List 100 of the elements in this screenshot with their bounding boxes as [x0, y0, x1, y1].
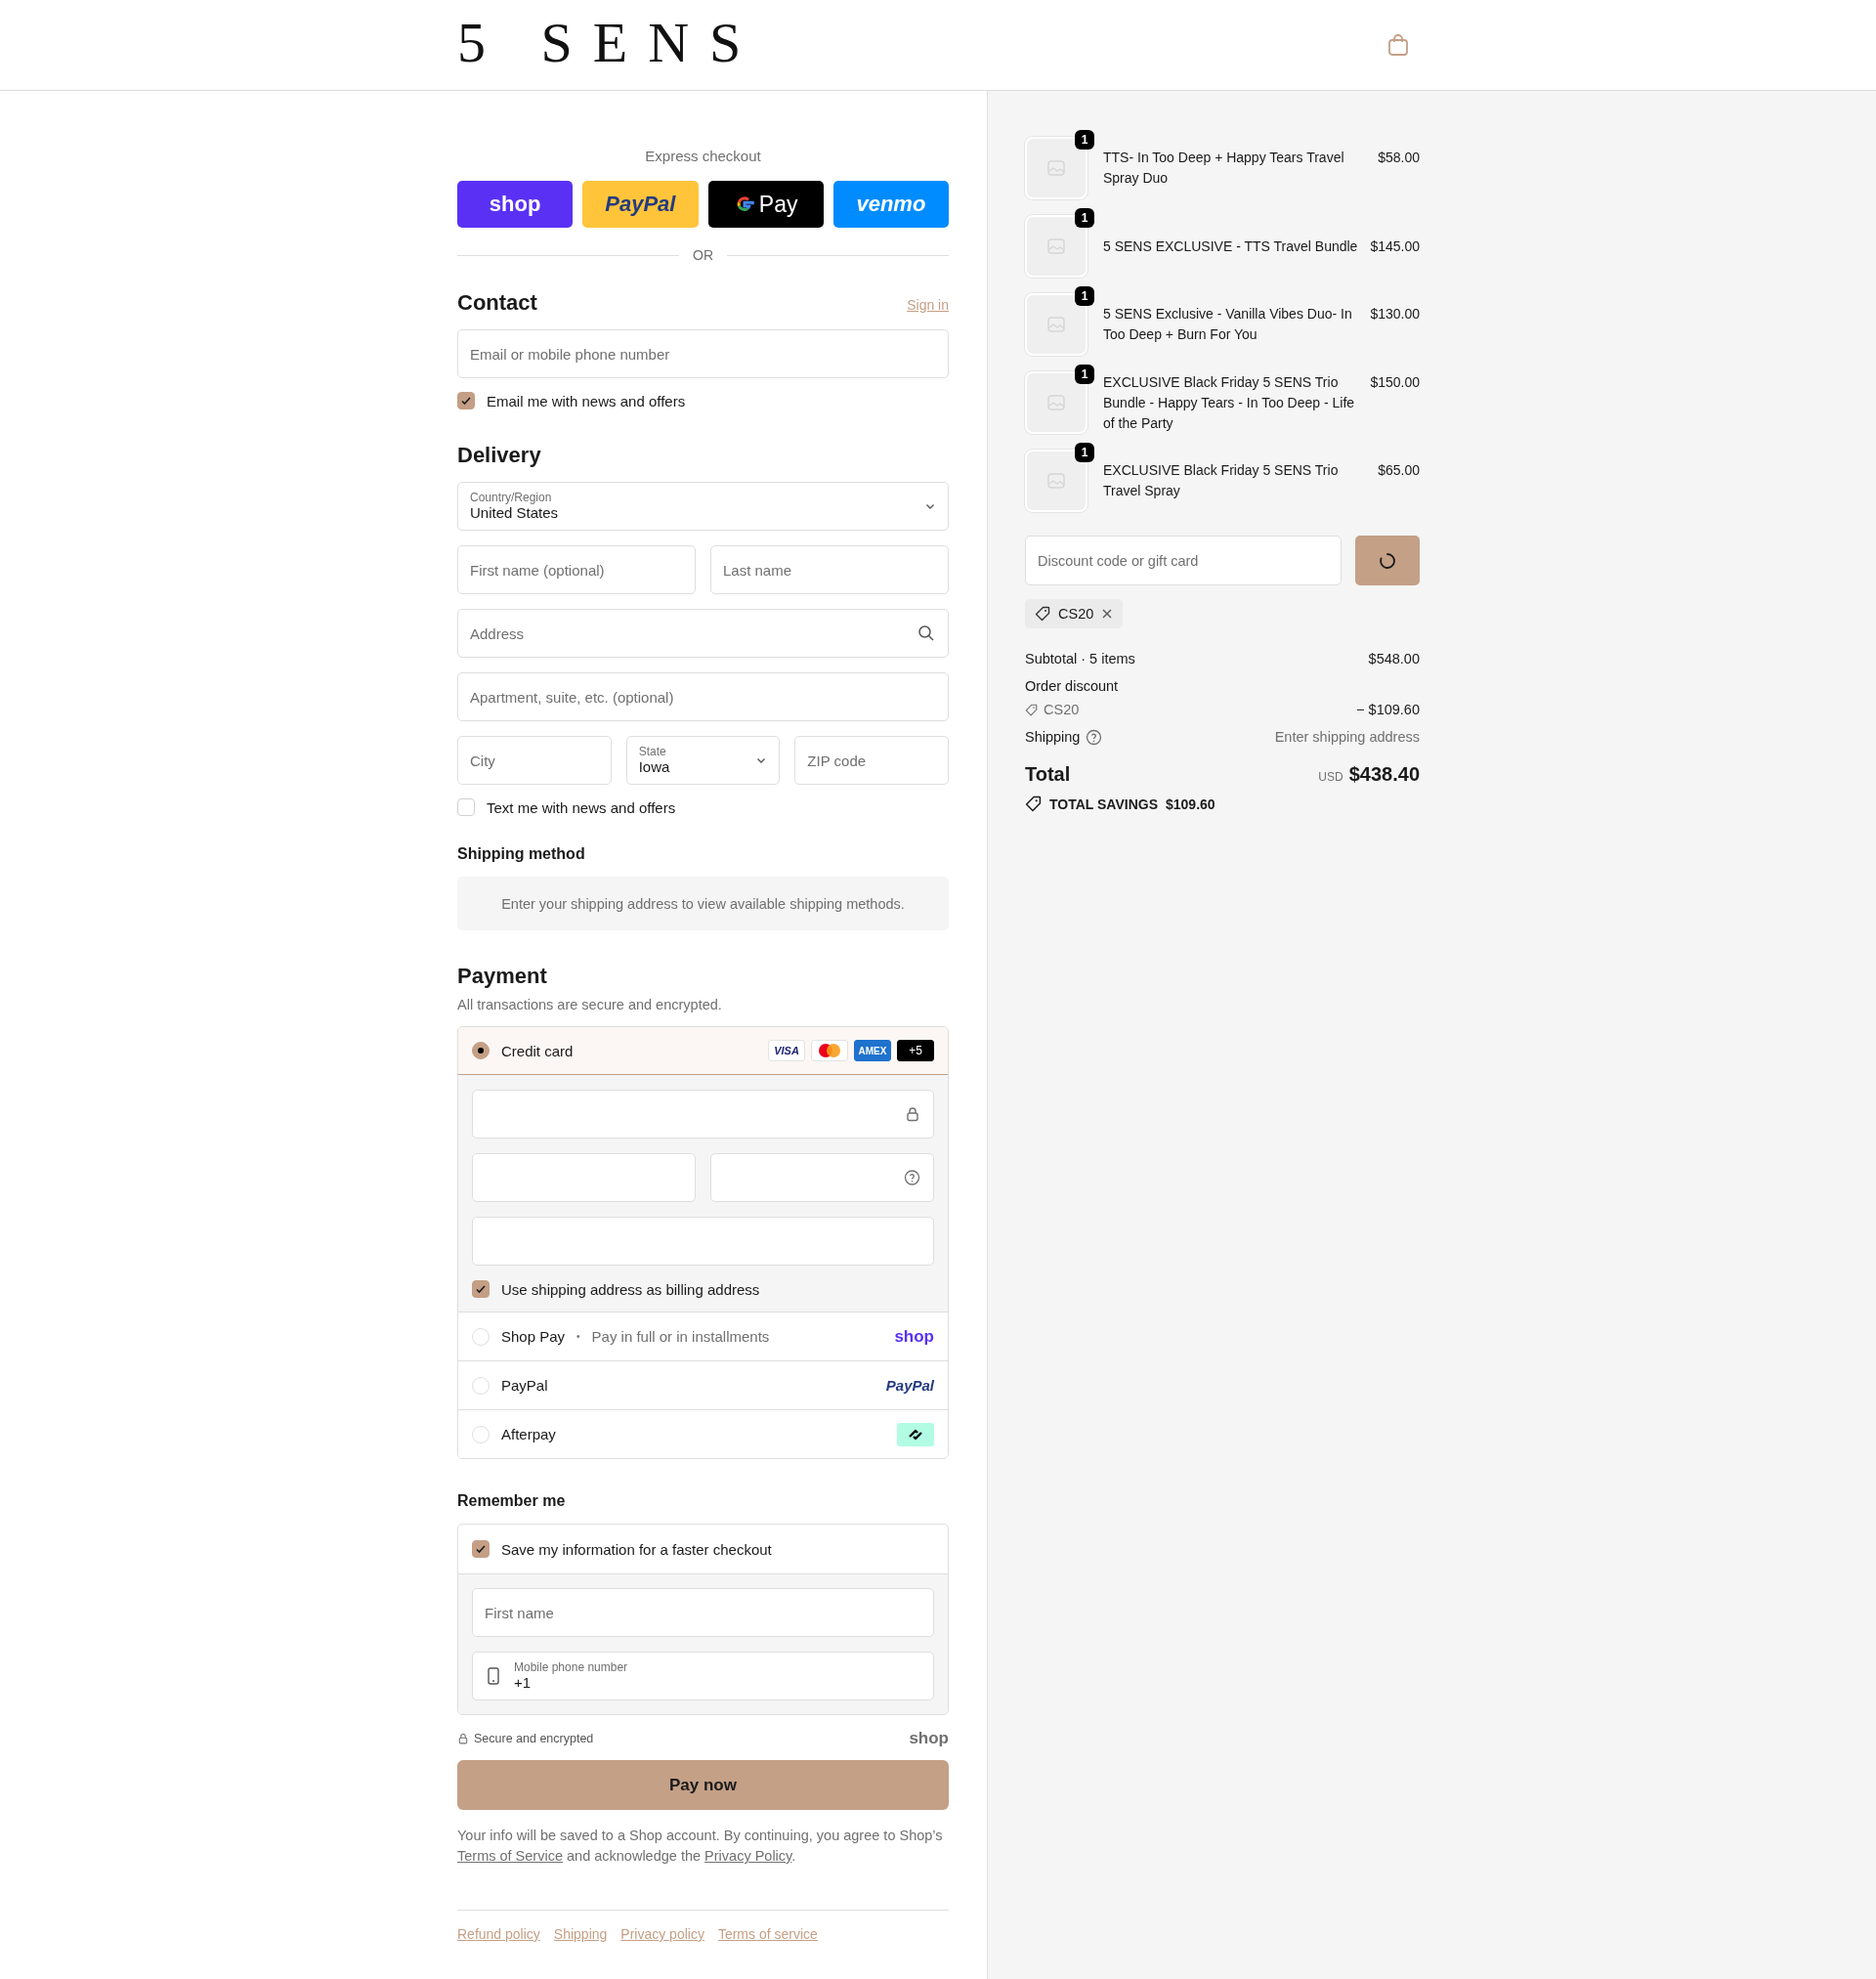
product-name: EXCLUSIVE Black Friday 5 SENS Trio Travel Spray [1103, 461, 1340, 500]
section-title: Remember me [457, 1492, 567, 1510]
summary-value: Enter shipping address [1274, 728, 1420, 746]
secure-note: Secure and encrypted [474, 1732, 594, 1745]
shop-logo: shop [909, 1729, 949, 1748]
phone-number-field[interactable]: Mobile phone number +1 [472, 1652, 934, 1700]
lock-icon [457, 1733, 469, 1744]
address-field[interactable]: Address [457, 609, 949, 658]
card-brand-badge: VISA [768, 1040, 805, 1061]
text-field[interactable]: Apartment, suite, etc. (optional) [457, 672, 949, 721]
paypal-logo: PayPal [885, 1377, 934, 1394]
quantity-badge: 1 [1075, 365, 1094, 384]
checkbox-label: Text me with news and offers [487, 798, 676, 816]
express-pay-button[interactable]: venmo [832, 181, 949, 228]
section-title: Payment [457, 964, 548, 989]
image-placeholder-icon [1047, 238, 1065, 254]
shipping-methods-notice: Enter your shipping address to view available shipping methods. [457, 877, 949, 930]
section-title: Shipping method [457, 845, 586, 863]
store-logo: 5 SENS [457, 15, 762, 71]
product-price: $58.00 [1378, 149, 1420, 167]
discount-code-field[interactable]: Discount code or gift card [1025, 536, 1342, 585]
text-field[interactable]: ZIP code [794, 736, 949, 785]
lock-icon [905, 1106, 920, 1122]
total-amount: $438.40 [1348, 763, 1420, 786]
section-subtitle: All transactions are secure and encrypted. [457, 997, 723, 1012]
payment-method-label: PayPal [501, 1377, 548, 1394]
checkbox-label: Save my information for a faster checkout [501, 1540, 772, 1558]
payment-method-label: Shop Pay [501, 1328, 566, 1345]
phone-icon [487, 1667, 500, 1685]
card-brand-badge: +5 [897, 1040, 934, 1061]
summary-value: − $109.60 [1356, 701, 1420, 718]
remove-discount-button[interactable] [1101, 608, 1114, 620]
checkmark-icon [475, 1283, 487, 1295]
section-title: Contact [457, 290, 537, 316]
loop-arrows-icon [907, 1427, 924, 1441]
savings-label: TOTAL SAVINGS [1049, 796, 1158, 812]
product-price: $145.00 [1370, 237, 1420, 256]
image-placeholder-icon [1047, 160, 1065, 176]
radio-button[interactable] [472, 1042, 490, 1059]
help-icon [1086, 728, 1103, 746]
email-field[interactable]: Email or mobile phone number [457, 329, 949, 378]
product-price: $150.00 [1370, 372, 1420, 392]
text-field[interactable]: City [457, 736, 612, 785]
card-input-field[interactable] [472, 1217, 934, 1266]
shop-pay-logo: shop [894, 1326, 934, 1347]
checkmark-icon [475, 1543, 487, 1555]
savings-amount: $109.60 [1166, 796, 1215, 812]
checkbox[interactable] [457, 392, 475, 409]
discount-code: CS20 [1044, 701, 1080, 718]
express-pay-button[interactable]: shop [457, 181, 574, 228]
disclaimer-text: Your info will be saved to a Shop account. By continuing, you agree to Shop’s Terms of Service and acknowledge the Privacy Policy. [457, 1827, 944, 1866]
separator-dot: • [576, 1331, 580, 1342]
select-field[interactable]: State Iowa [625, 736, 781, 785]
checkbox[interactable] [472, 1540, 490, 1558]
help-icon [904, 1169, 920, 1186]
summary-label: Order discount [1025, 677, 1119, 695]
select-field[interactable]: Country/Region United States [457, 482, 949, 531]
card-input-field[interactable] [472, 1153, 696, 1202]
tag-icon [1025, 703, 1038, 716]
payment-method-label: Credit card [501, 1042, 574, 1059]
checkbox-label: Email me with news and offers [487, 392, 686, 409]
product-price: $130.00 [1370, 305, 1420, 323]
first-name-field[interactable]: First name [472, 1588, 934, 1637]
section-label: Express checkout [644, 148, 762, 164]
total-label: Total [1025, 763, 1071, 786]
card-input-field[interactable] [472, 1090, 934, 1139]
image-placeholder-icon [1047, 395, 1065, 410]
product-name: 5 SENS EXCLUSIVE - TTS Travel Bundle [1103, 237, 1359, 256]
quantity-badge: 1 [1075, 130, 1094, 150]
section-title: Delivery [457, 443, 542, 468]
checkmark-icon [460, 395, 472, 407]
product-name: 5 SENS Exclusive - Vanilla Vibes Duo- In Too Deep + Burn For You [1103, 305, 1353, 344]
product-name: TTS- In Too Deep + Happy Tears Travel Spray Duo [1103, 149, 1345, 188]
quantity-badge: 1 [1075, 286, 1094, 306]
shopping-bag-icon[interactable] [1387, 33, 1409, 57]
express-pay-button[interactable]: PayPal [582, 181, 699, 228]
product-name: EXCLUSIVE Black Friday 5 SENS Trio Bundle - Happy Tears - In Too Deep - Life of the Party [1103, 372, 1356, 433]
express-pay-button[interactable]: Pay [707, 181, 824, 228]
quantity-badge: 1 [1075, 208, 1094, 228]
summary-value: $548.00 [1368, 650, 1420, 667]
pay-now-button[interactable]: Pay now [457, 1760, 949, 1810]
quantity-badge: 1 [1075, 443, 1094, 462]
search-icon [917, 624, 935, 642]
card-input-field[interactable] [710, 1153, 934, 1202]
payment-method-label: Afterpay [501, 1426, 556, 1442]
currency-code: USD [1318, 770, 1343, 784]
checkbox-label: Use shipping address as billing address [501, 1280, 760, 1298]
overlapping-circles-icon [818, 1043, 841, 1058]
payment-method-note: Pay in full or in installments [591, 1328, 770, 1345]
checkbox[interactable] [472, 1280, 490, 1298]
text-field[interactable]: Last name [710, 545, 949, 594]
card-brand-badge: AMEX [854, 1040, 891, 1061]
discount-code: CS20 [1058, 606, 1094, 622]
close-icon [1101, 608, 1114, 620]
product-price: $65.00 [1378, 461, 1420, 480]
policy-link[interactable]: Terms of Service [457, 1848, 563, 1864]
summary-label: Shipping [1025, 728, 1081, 746]
apply-button[interactable] [1355, 536, 1420, 585]
text-field[interactable]: First name (optional) [457, 545, 696, 594]
checkbox[interactable] [457, 798, 475, 816]
